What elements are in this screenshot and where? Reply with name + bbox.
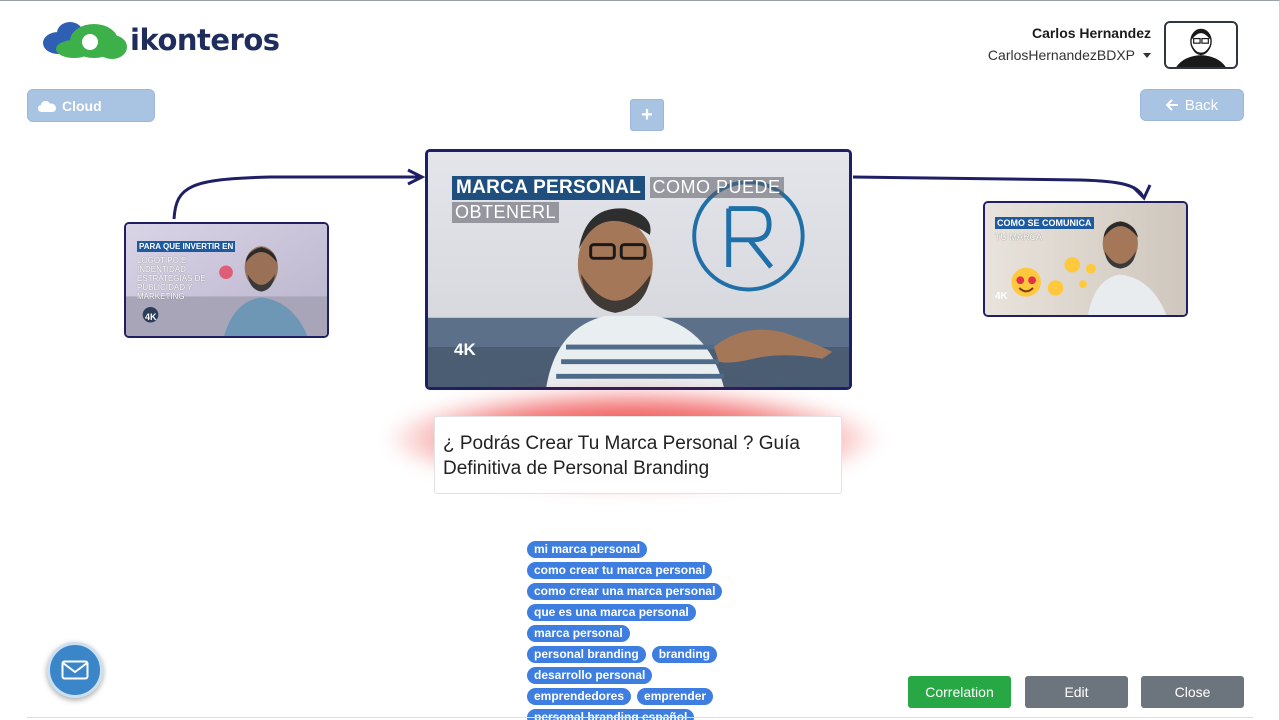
previous-video-line-5: MARKETING: [137, 292, 185, 301]
add-video-button[interactable]: +: [630, 99, 664, 131]
caret-down-icon: [1143, 52, 1151, 58]
next-video-overlay: COMO SE COMUNICA TU MARCA: [995, 213, 1094, 242]
plus-icon: +: [641, 103, 653, 126]
user-handle-dropdown[interactable]: CarlosHernandezBDXP: [988, 47, 1151, 63]
tag-row: desarrollo personal: [527, 667, 747, 684]
tag-chip[interactable]: desarrollo personal: [527, 667, 653, 684]
previous-video-line-4: PUBLICIDAD Y: [137, 283, 193, 292]
back-button-label: Back: [1184, 96, 1219, 114]
cloud-icon: [38, 100, 56, 112]
tag-row: marca personal: [527, 625, 747, 642]
cloud-button-label: Cloud: [62, 97, 102, 114]
tag-chip[interactable]: emprendedores: [527, 688, 632, 705]
correlation-button-label: Correlation: [925, 684, 994, 700]
next-video-overlay-title: COMO SE COMUNICA: [995, 217, 1094, 229]
user-menu[interactable]: Carlos Hernandez CarlosHernandezBDXP: [988, 25, 1151, 63]
cloud-logo-icon: [43, 22, 127, 59]
tag-row: personal branding español: [527, 709, 747, 720]
previous-video-line-2: INDENTIDAD: [137, 265, 186, 274]
main-video-overlay-title: MARCA PERSONAL: [452, 176, 646, 200]
tag-row: que es una marca personal: [527, 604, 747, 621]
brand-logo[interactable]: ikonteros: [42, 19, 280, 61]
tag-chip[interactable]: que es una marca personal: [527, 604, 696, 621]
brand-name: ikonteros: [130, 23, 280, 57]
user-portrait-icon: [1167, 23, 1235, 67]
tag-chip[interactable]: branding: [651, 646, 718, 663]
back-button[interactable]: Back: [1140, 89, 1244, 121]
tag-row: como crear una marca personal: [527, 583, 747, 600]
previous-video-overlay: PARA QUE INVERTIR EN LOGOTIPO E INDENTID…: [137, 236, 247, 301]
close-button-label: Close: [1174, 684, 1211, 700]
tag-list: mi marca personal como crear tu marca pe…: [527, 541, 747, 720]
tag-chip[interactable]: marca personal: [527, 625, 630, 642]
correlation-button[interactable]: Correlation: [908, 676, 1011, 708]
tag-row: como crear tu marca personal: [527, 562, 747, 579]
previous-video-line-3: ESTRATEGIAS DE: [137, 274, 206, 283]
tag-row: mi marca personal: [527, 541, 747, 558]
envelope-icon: [61, 660, 89, 680]
app-root: ikonteros Carlos Hernandez CarlosHernand…: [0, 0, 1280, 720]
main-video-badge: 4K: [454, 340, 476, 359]
edit-button[interactable]: Edit: [1025, 676, 1128, 708]
edit-button-label: Edit: [1064, 684, 1089, 700]
tag-row: personal branding branding: [527, 646, 747, 663]
tag-chip[interactable]: emprender: [637, 688, 714, 705]
tag-chip[interactable]: personal branding: [527, 646, 646, 663]
tag-chip[interactable]: como crear tu marca personal: [527, 562, 713, 579]
mail-button[interactable]: [47, 642, 103, 698]
previous-video-line-1: LOGOTIPO E: [137, 256, 187, 265]
tag-chip[interactable]: mi marca personal: [527, 541, 648, 558]
main-video-caption: ¿ Podrás Crear Tu Marca Personal ? Guía …: [443, 433, 800, 479]
user-name: Carlos Hernandez: [1031, 25, 1151, 41]
user-handle: CarlosHernandezBDXP: [987, 47, 1135, 63]
main-video-caption-card[interactable]: ¿ Podrás Crear Tu Marca Personal ? Guía …: [434, 416, 842, 494]
main-video-overlay: MARCA PERSONAL COMO PUEDE OBTENERL: [452, 174, 784, 223]
next-video-overlay-line-1: TU MARCA: [995, 232, 1042, 242]
arrow-left-icon: [1165, 99, 1178, 111]
main-video-overlay-line-1: COMO PUEDE: [649, 177, 784, 198]
previous-video-title: PARA QUE INVERTIR EN: [137, 241, 236, 252]
tag-chip[interactable]: como crear una marca personal: [527, 583, 723, 600]
previous-video-badge: 4K: [145, 312, 157, 322]
tag-row: emprendedores emprender: [527, 688, 747, 705]
next-video-badge: 4K: [995, 291, 1008, 302]
close-button[interactable]: Close: [1141, 676, 1244, 708]
tag-chip[interactable]: personal branding español: [527, 709, 695, 720]
main-video-overlay-line-2: OBTENERL: [452, 202, 560, 223]
avatar[interactable]: [1164, 21, 1238, 69]
cloud-button[interactable]: Cloud: [27, 89, 155, 122]
footer-divider: [27, 717, 1253, 718]
